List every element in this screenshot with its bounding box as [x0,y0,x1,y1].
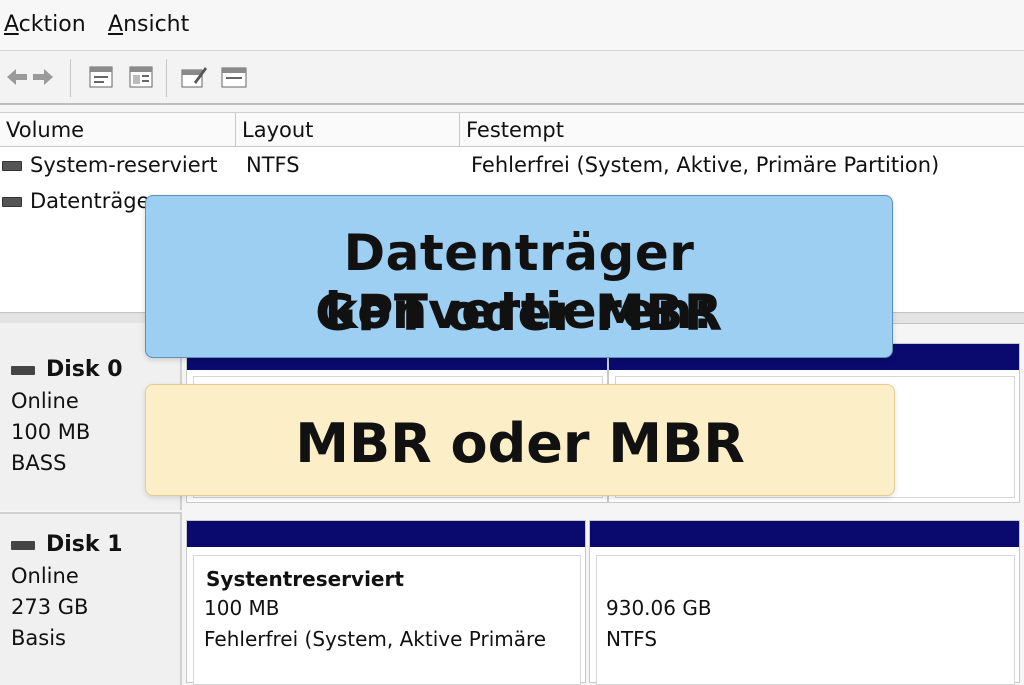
column-header-status[interactable]: Festempt [460,113,1024,147]
disk-name: Disk 0 [46,357,123,382]
title-banner: Datenträger konvertieren: GPT oder MBR [145,195,893,358]
partition-name: Systentreserviert [206,567,404,591]
partition-bar [187,521,585,547]
edit-icon[interactable] [180,64,208,90]
menu-bar: Acktion Ansicht [0,0,1024,51]
disk-state: Online [11,389,79,413]
disk-icon [11,366,35,375]
disk-1-label[interactable]: Disk 1 Online 273 GB Basis [0,512,182,685]
subtitle-banner: MBR oder MBR [145,384,895,496]
partition-size: 930.06 GB [606,596,712,620]
partition-status: Fehlerfrei (System, Aktive Primäre [204,627,547,651]
menu-ansicht[interactable]: Ansicht [108,12,189,37]
disk-size: 273 GB [11,595,89,619]
banner-subtitle: MBR oder MBR [295,412,745,475]
drive-icon [2,161,22,171]
partition-filesystem: NTFS [606,627,658,651]
drive-icon [2,197,22,207]
disk-1-partition-data[interactable]: 930.06 GB NTFS [589,520,1020,685]
partition-bar [590,521,1019,547]
disk-type: BASS [11,451,67,475]
partition-body [596,555,1015,685]
disk-state: Online [11,564,79,588]
row-volume: Datenträger [30,189,159,213]
back-arrow-icon[interactable] [4,64,30,90]
partition-size: 100 MB [204,596,280,620]
menu-aktion[interactable]: Acktion [4,12,86,37]
toolbar-separator [70,59,71,97]
column-header-volume[interactable]: Volume [0,113,236,147]
disk-type: Basis [11,626,66,650]
properties-icon[interactable] [88,64,114,90]
banner-title-line-2: GPT oder MBR [315,284,723,342]
column-header-layout[interactable]: Layout [236,113,460,147]
disk-name: Disk 1 [46,532,123,557]
disk-1-partition-system[interactable]: Systentreserviert 100 MB Fehlerfrei (Sys… [186,520,586,685]
row-volume: System-reserviert [30,153,218,177]
help-icon[interactable] [128,64,154,90]
disk-icon [11,541,35,550]
view-icon[interactable] [220,64,248,90]
row-layout: NTFS [246,153,300,177]
row-status: Fehlerfrei (System, Aktive, Primäre Part… [471,153,940,177]
forward-arrow-icon[interactable] [30,64,56,90]
toolbar [0,51,1024,105]
disk-size: 100 MB [11,420,91,444]
toolbar-separator [166,59,167,97]
